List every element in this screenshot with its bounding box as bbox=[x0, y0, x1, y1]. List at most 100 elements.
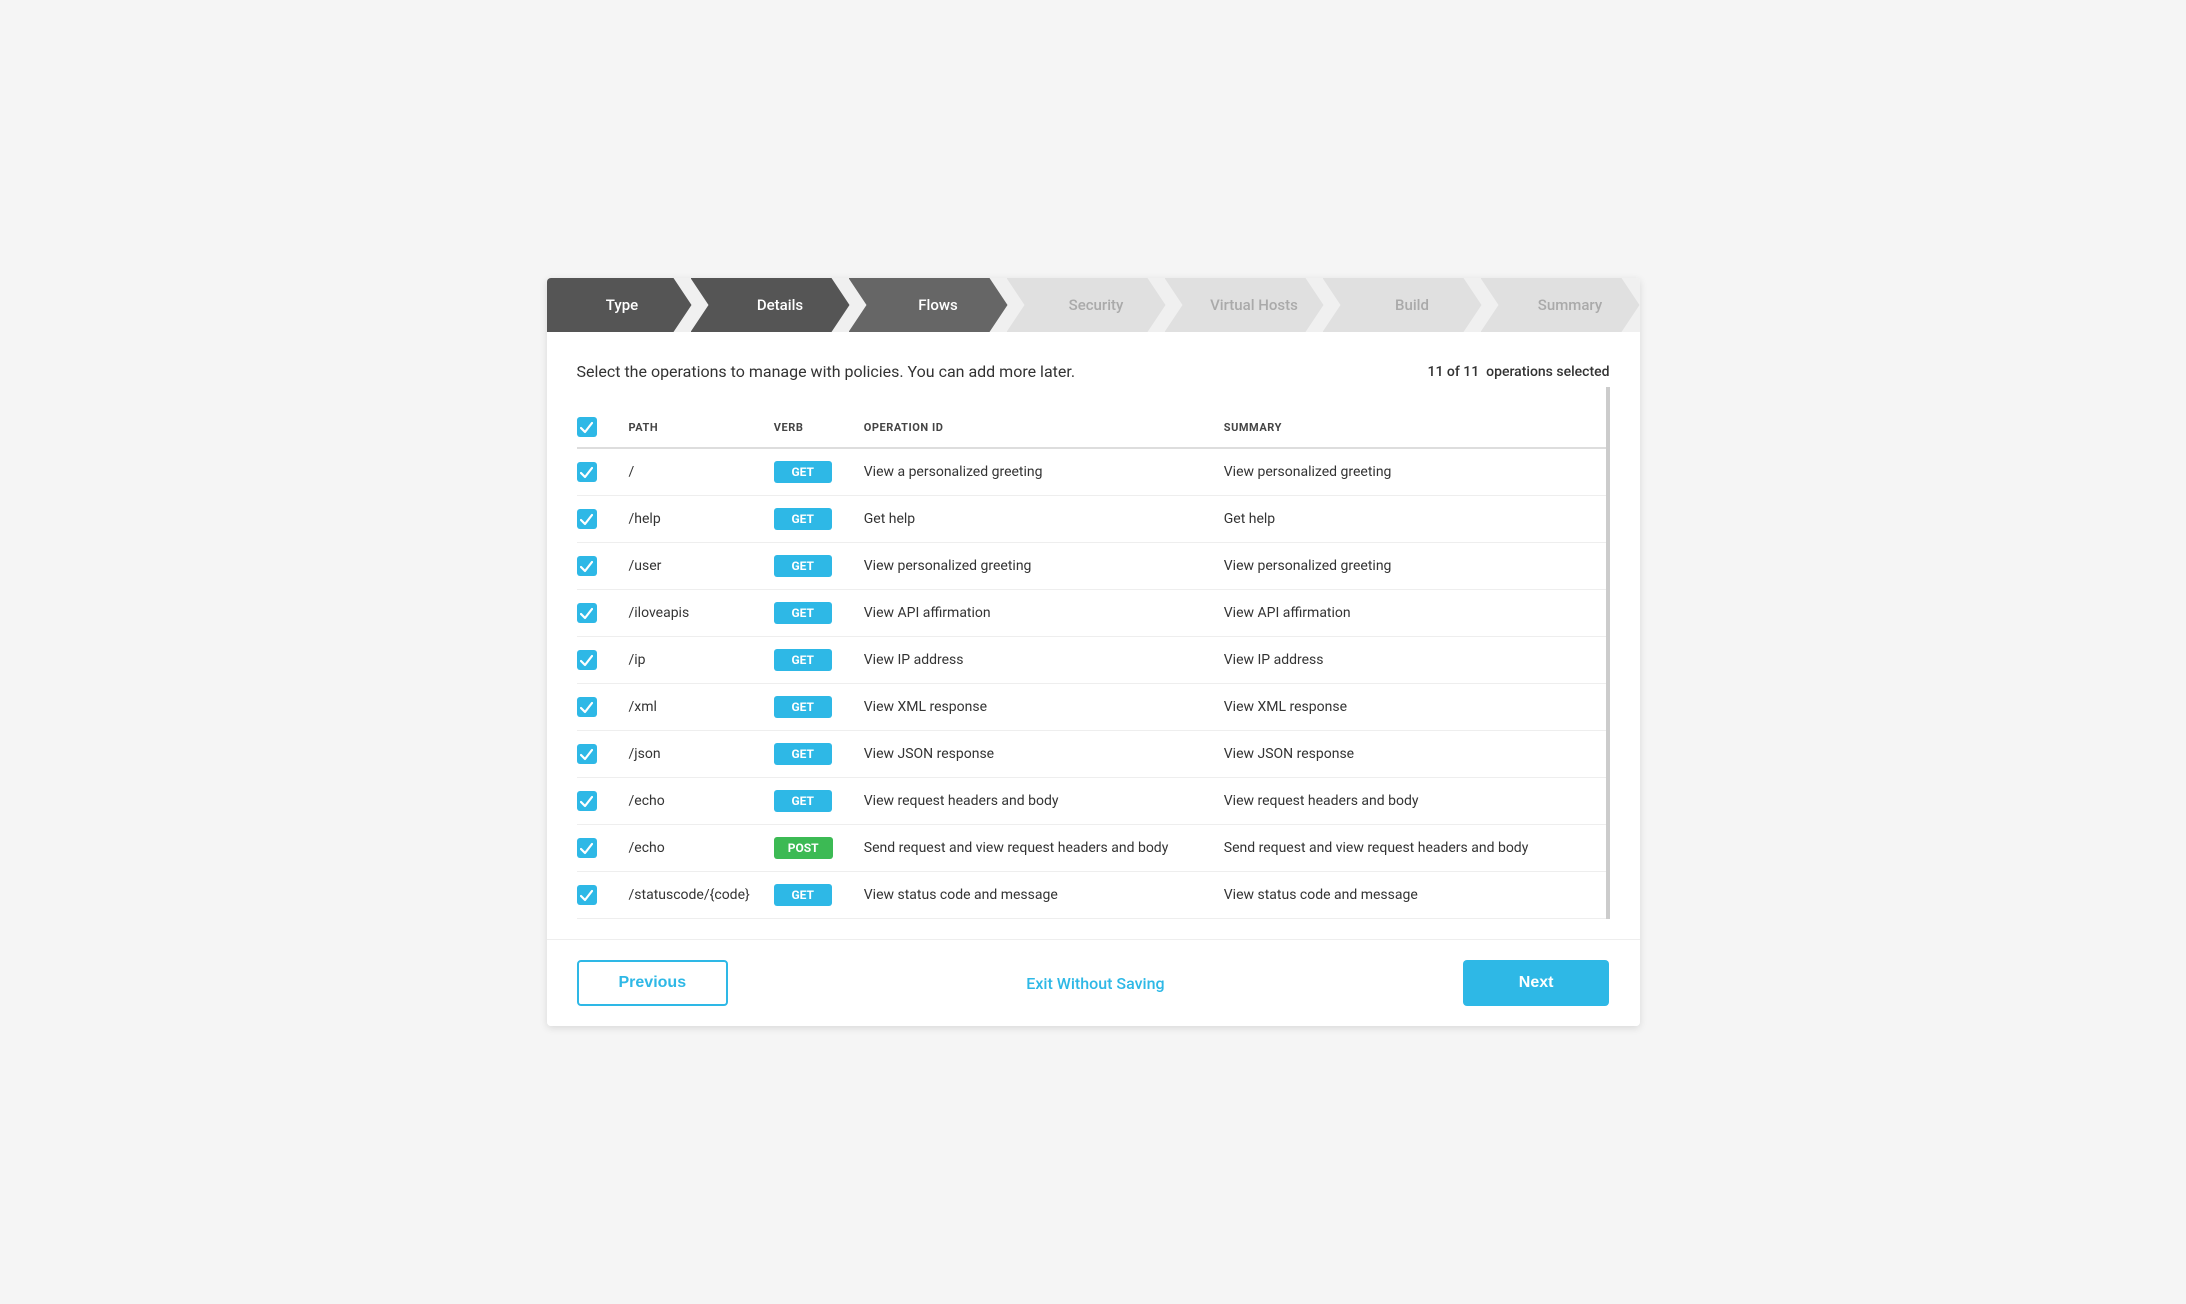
table-row: / GET View a personalized greetingView per… bbox=[577, 448, 1606, 496]
col-header-summary: SUMMARY bbox=[1212, 407, 1606, 448]
row-operation-id: View status code and message bbox=[852, 872, 1212, 919]
row-checkbox[interactable] bbox=[577, 603, 597, 623]
row-verb: GET bbox=[762, 590, 852, 637]
wizard-nav: TypeDetailsFlowsSecurityVirtual HostsBui… bbox=[547, 278, 1640, 332]
row-summary: View personalized greeting bbox=[1212, 543, 1606, 590]
table-row: /statuscode/{code} GET View status code an… bbox=[577, 872, 1606, 919]
row-summary: View personalized greeting bbox=[1212, 448, 1606, 496]
operations-count: 11 of 11 operations selected bbox=[1428, 364, 1610, 380]
row-checkbox-cell bbox=[577, 637, 617, 684]
wizard-step-flows[interactable]: Flows bbox=[849, 278, 1008, 332]
row-verb: GET bbox=[762, 637, 852, 684]
row-verb: GET bbox=[762, 448, 852, 496]
row-checkbox[interactable] bbox=[577, 885, 597, 905]
table-row: /xmlGETView XML responseView XML respons… bbox=[577, 684, 1606, 731]
operations-count-highlight: 11 of 11 bbox=[1428, 364, 1480, 380]
row-summary: Send request and view request headers an… bbox=[1212, 825, 1606, 872]
row-operation-id: Get help bbox=[852, 496, 1212, 543]
operations-table: PATH VERB OPERATION ID SUMMARY /GETView … bbox=[577, 407, 1606, 919]
verb-badge-get: GET bbox=[774, 461, 832, 483]
previous-button[interactable]: Previous bbox=[577, 960, 729, 1006]
row-checkbox[interactable] bbox=[577, 744, 597, 764]
table-row: /helpGETGet helpGet help bbox=[577, 496, 1606, 543]
verb-badge-get: GET bbox=[774, 508, 832, 530]
wizard-step-build: Build bbox=[1323, 278, 1482, 332]
row-path: /statuscode/{code} bbox=[617, 872, 762, 919]
row-summary: View IP address bbox=[1212, 637, 1606, 684]
row-path: /echo bbox=[617, 778, 762, 825]
verb-badge-post: POST bbox=[774, 837, 833, 859]
wizard-step-details[interactable]: Details bbox=[691, 278, 850, 332]
footer: Previous Exit Without Saving Next bbox=[547, 939, 1640, 1026]
table-row: /ip GET View IP addressView IP address bbox=[577, 637, 1606, 684]
row-path: /iloveapis bbox=[617, 590, 762, 637]
row-checkbox-cell bbox=[577, 590, 617, 637]
verb-badge-get: GET bbox=[774, 884, 832, 906]
verb-badge-get: GET bbox=[774, 602, 832, 624]
row-summary: View JSON response bbox=[1212, 731, 1606, 778]
wizard-container: TypeDetailsFlowsSecurityVirtual HostsBui… bbox=[547, 278, 1640, 1026]
row-checkbox-cell bbox=[577, 778, 617, 825]
table-row: /echo GET View request headers and bodyVie… bbox=[577, 778, 1606, 825]
row-checkbox[interactable] bbox=[577, 462, 597, 482]
row-path: / bbox=[617, 448, 762, 496]
row-path: /echo bbox=[617, 825, 762, 872]
row-verb: GET bbox=[762, 778, 852, 825]
verb-badge-get: GET bbox=[774, 743, 832, 765]
wizard-step-virtual-hosts: Virtual Hosts bbox=[1165, 278, 1324, 332]
row-verb: GET bbox=[762, 684, 852, 731]
row-verb: GET bbox=[762, 872, 852, 919]
wizard-step-security: Security bbox=[1007, 278, 1166, 332]
row-checkbox-cell bbox=[577, 872, 617, 919]
main-content: Select the operations to manage with pol… bbox=[547, 332, 1640, 939]
row-checkbox-cell bbox=[577, 684, 617, 731]
row-checkbox-cell bbox=[577, 825, 617, 872]
row-summary: View status code and message bbox=[1212, 872, 1606, 919]
exit-without-saving-button[interactable]: Exit Without Saving bbox=[1026, 974, 1164, 993]
operations-count-suffix: operations selected bbox=[1486, 364, 1609, 380]
row-checkbox[interactable] bbox=[577, 509, 597, 529]
row-operation-id: View API affirmation bbox=[852, 590, 1212, 637]
row-checkbox-cell bbox=[577, 496, 617, 543]
row-verb: GET bbox=[762, 543, 852, 590]
row-operation-id: View IP address bbox=[852, 637, 1212, 684]
col-header-path: PATH bbox=[617, 407, 762, 448]
row-checkbox[interactable] bbox=[577, 650, 597, 670]
table-row: /echo POST Send request and view request h… bbox=[577, 825, 1606, 872]
table-row: /userGETView personalized greetingView p… bbox=[577, 543, 1606, 590]
row-path: /json bbox=[617, 731, 762, 778]
row-summary: View API affirmation bbox=[1212, 590, 1606, 637]
select-all-checkbox[interactable] bbox=[577, 417, 597, 437]
row-operation-id: View a personalized greeting bbox=[852, 448, 1212, 496]
row-checkbox-cell bbox=[577, 543, 617, 590]
row-verb: GET bbox=[762, 731, 852, 778]
row-checkbox[interactable] bbox=[577, 791, 597, 811]
row-summary: View request headers and body bbox=[1212, 778, 1606, 825]
row-checkbox-cell bbox=[577, 731, 617, 778]
row-checkbox[interactable] bbox=[577, 697, 597, 717]
row-operation-id: Send request and view request headers an… bbox=[852, 825, 1212, 872]
col-header-operation-id: OPERATION ID bbox=[852, 407, 1212, 448]
row-verb: POST bbox=[762, 825, 852, 872]
row-checkbox[interactable] bbox=[577, 838, 597, 858]
col-header-verb: VERB bbox=[762, 407, 852, 448]
row-path: /user bbox=[617, 543, 762, 590]
row-verb: GET bbox=[762, 496, 852, 543]
wizard-step-type[interactable]: Type bbox=[547, 278, 692, 332]
row-summary: View XML response bbox=[1212, 684, 1606, 731]
row-path: /xml bbox=[617, 684, 762, 731]
wizard-step-summary: Summary bbox=[1481, 278, 1640, 332]
table-scroll-area[interactable]: PATH VERB OPERATION ID SUMMARY /GETView … bbox=[577, 387, 1610, 919]
row-checkbox-cell bbox=[577, 448, 617, 496]
row-summary: Get help bbox=[1212, 496, 1606, 543]
description-text: Select the operations to manage with pol… bbox=[577, 362, 1076, 381]
row-operation-id: View request headers and body bbox=[852, 778, 1212, 825]
verb-badge-get: GET bbox=[774, 696, 832, 718]
verb-badge-get: GET bbox=[774, 649, 832, 671]
row-path: /ip bbox=[617, 637, 762, 684]
next-button[interactable]: Next bbox=[1463, 960, 1610, 1006]
verb-badge-get: GET bbox=[774, 790, 832, 812]
row-checkbox[interactable] bbox=[577, 556, 597, 576]
table-row: /jsonGETView JSON responseView JSON resp… bbox=[577, 731, 1606, 778]
table-header-row: PATH VERB OPERATION ID SUMMARY bbox=[577, 407, 1606, 448]
